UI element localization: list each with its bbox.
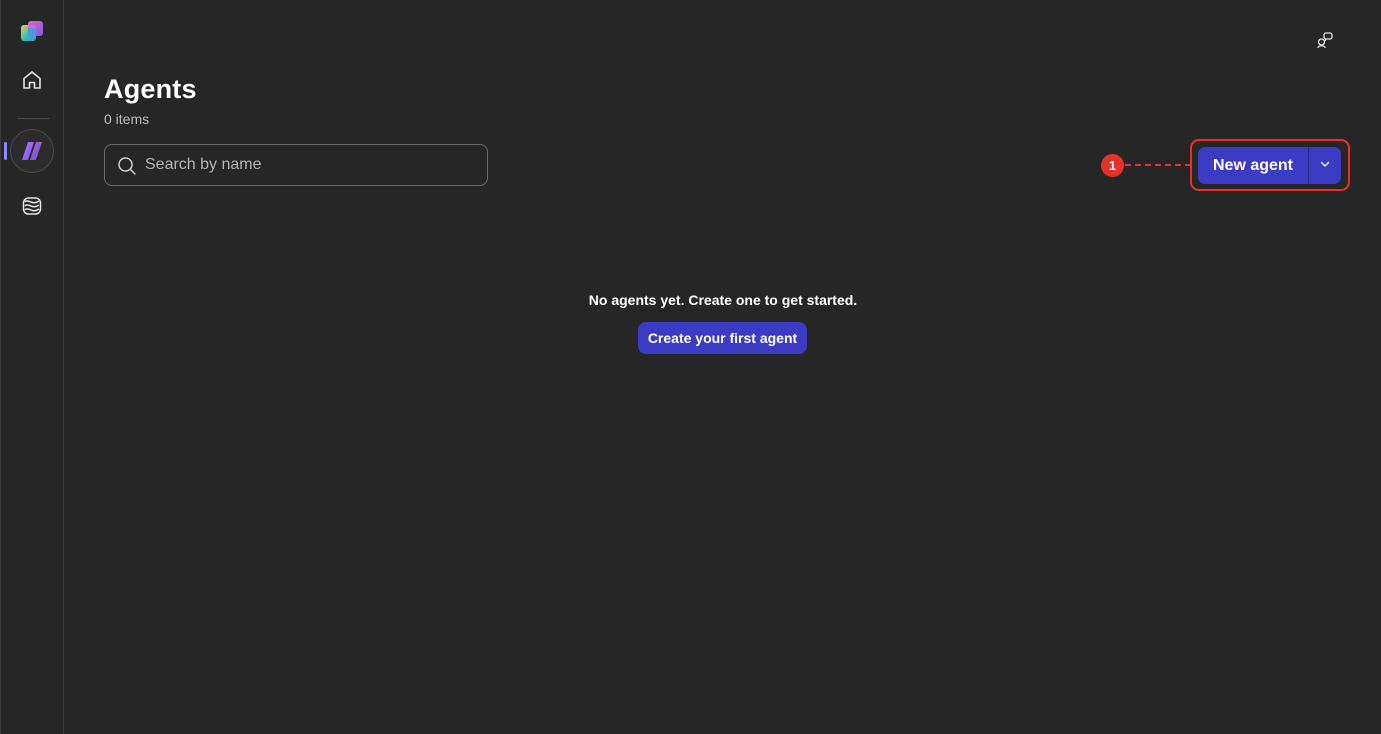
models-icon[interactable] [10, 184, 54, 228]
search-box [104, 144, 488, 186]
app-logo-icon[interactable] [10, 10, 54, 54]
page-title: Agents [104, 74, 197, 104]
item-count: 0 items [104, 111, 150, 127]
search-icon [117, 156, 137, 176]
feedback-icon[interactable] [1313, 28, 1337, 52]
chevron-down-icon [1319, 157, 1331, 175]
create-first-agent-button[interactable]: Create your first agent [638, 322, 807, 354]
app-window: Agents 0 items 1 New agent No agents yet… [0, 0, 1381, 734]
callout-badge: 1 [1101, 154, 1124, 177]
home-icon[interactable] [10, 58, 54, 102]
agents-icon[interactable] [10, 129, 54, 173]
new-agent-button[interactable]: New agent [1198, 147, 1309, 184]
left-nav-rail [0, 0, 64, 734]
active-indicator [4, 142, 7, 160]
new-agent-dropdown-button[interactable] [1309, 147, 1341, 184]
search-input[interactable] [145, 145, 475, 185]
rail-divider [17, 118, 49, 119]
empty-state-message: No agents yet. Create one to get started… [588, 292, 858, 308]
callout-line [1125, 164, 1191, 166]
new-agent-split-button: New agent [1198, 147, 1341, 184]
